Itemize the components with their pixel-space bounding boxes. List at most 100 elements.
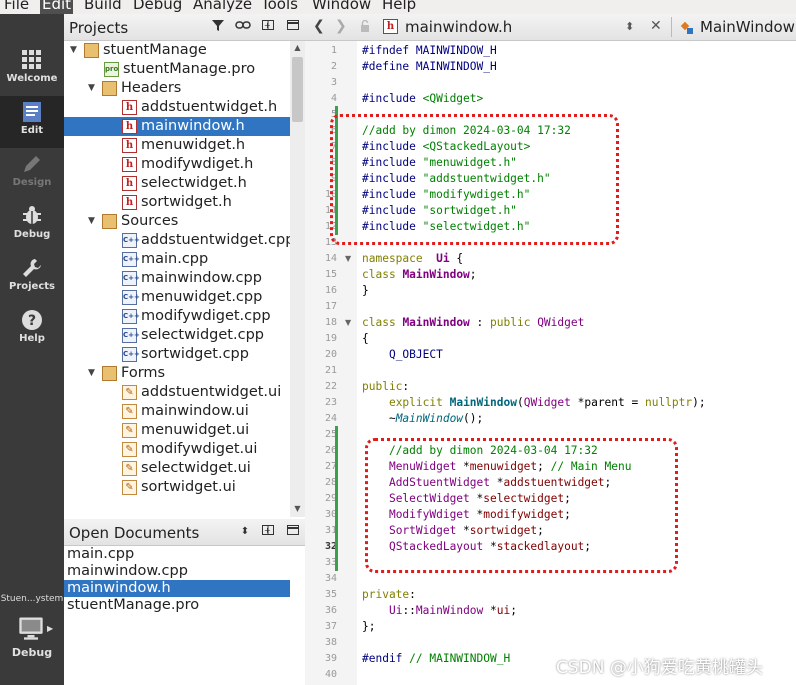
kit-selector-project[interactable]: Stuen...ystem	[0, 594, 64, 604]
header-file-icon: h	[122, 157, 137, 172]
fold-arrow-icon[interactable]: ▼	[345, 318, 351, 327]
menu-analyze[interactable]: Analyze	[193, 0, 252, 14]
mode-selector-bar: Stuen...ystem ▶ Debug Welcome Edit Design D…	[0, 14, 64, 685]
open-document-item[interactable]: main.cpp	[64, 546, 290, 563]
close-pane-icon[interactable]	[284, 523, 302, 541]
code-line: public:	[362, 379, 409, 395]
expand-arrow-icon[interactable]: ▼	[88, 364, 100, 383]
split-icon[interactable]: +	[259, 523, 277, 541]
scroll-up-icon[interactable]: ▲	[290, 43, 305, 52]
tree-item-label: modifywdiget.ui	[141, 441, 258, 457]
fold-arrow-icon[interactable]: ▼	[345, 254, 351, 263]
expand-arrow-icon[interactable]: ▼	[88, 79, 100, 98]
current-file-name[interactable]: mainwindow.h	[405, 18, 512, 36]
close-pane-icon[interactable]	[284, 18, 302, 36]
line-number: 38	[324, 637, 337, 648]
folder-icon	[102, 366, 117, 381]
tree-file[interactable]: ✎ selectwidget.ui	[64, 459, 290, 478]
tree-scrollbar[interactable]: ▲ ▼	[290, 41, 305, 517]
tree-file[interactable]: h selectwidget.h	[64, 174, 290, 193]
mode-debug[interactable]: Debug	[0, 200, 64, 252]
tree-file[interactable]: C++ modifywdiget.cpp	[64, 307, 290, 326]
code-token: class	[362, 268, 396, 281]
tree-item-label: menuwidget.cpp	[141, 289, 263, 305]
code-token: {	[449, 252, 464, 265]
tree-item-label: selectwidget.h	[141, 175, 247, 191]
tree-file[interactable]: pro stuentManage.pro	[64, 60, 290, 79]
open-document-item[interactable]: mainwindow.h	[64, 580, 290, 597]
menu-help[interactable]: Help	[382, 0, 416, 14]
code-token: (	[516, 396, 524, 409]
sort-updown-icon[interactable]: ⬍	[236, 523, 254, 541]
tree-file[interactable]: h modifywdiget.h	[64, 155, 290, 174]
close-document-icon[interactable]: ✕	[650, 18, 662, 34]
open-document-item[interactable]: stuentManage.pro	[64, 597, 290, 614]
tree-file[interactable]: h sortwidget.h	[64, 193, 290, 212]
forward-icon[interactable]: ❯	[335, 18, 347, 34]
code-token: ();	[463, 412, 484, 425]
tree-file[interactable]: ✎ menuwidget.ui	[64, 421, 290, 440]
menu-file[interactable]: File	[4, 0, 29, 14]
header-file-icon: h	[122, 138, 137, 153]
menu-window[interactable]: Window	[312, 0, 371, 14]
mode-edit[interactable]: Edit	[0, 96, 64, 148]
line-number: 21	[324, 365, 337, 376]
line-number: 35	[324, 589, 337, 600]
tree-item-label: addstuentwidget.cpp	[141, 232, 290, 248]
expand-arrow-icon[interactable]: ▼	[88, 212, 100, 231]
tree-file[interactable]: ✎ addstuentwidget.ui	[64, 383, 290, 402]
menu-debug[interactable]: Debug	[133, 0, 182, 14]
tree-file[interactable]: h addstuentwidget.h	[64, 98, 290, 117]
line-number: 4	[330, 93, 337, 104]
tree-folder[interactable]: ▼ Sources	[64, 212, 290, 231]
tree-item-label: menuwidget.h	[141, 137, 246, 153]
menu-edit[interactable]: Edit	[40, 0, 74, 14]
project-tree: ▼ stuentManage pro stuentManage.pro ▼ Headers…	[64, 41, 290, 517]
link-icon[interactable]	[234, 18, 252, 36]
mode-help[interactable]: ? Help	[0, 304, 64, 356]
tree-file[interactable]: C++ menuwidget.cpp	[64, 288, 290, 307]
tree-file[interactable]: h mainwindow.h	[64, 117, 290, 136]
expand-arrow-icon[interactable]: ▼	[70, 41, 82, 60]
line-number: 29	[324, 493, 337, 504]
tree-file[interactable]: h menuwidget.h	[64, 136, 290, 155]
filter-icon[interactable]	[209, 18, 227, 36]
tree-file[interactable]: ✎ sortwidget.ui	[64, 478, 290, 497]
tree-file[interactable]: C++ main.cpp	[64, 250, 290, 269]
split-icon[interactable]: +	[259, 18, 277, 36]
menu-bar: File Edit Build Debug Analyze Tools Window Help	[0, 0, 796, 14]
menu-tools[interactable]: Tools	[261, 0, 298, 14]
tree-folder[interactable]: ▼ stuentManage	[64, 41, 290, 60]
scrollbar-thumb[interactable]	[292, 57, 303, 122]
tree-folder[interactable]: ▼ Forms	[64, 364, 290, 383]
mode-label: Design	[12, 177, 52, 188]
mode-design[interactable]: Design	[0, 148, 64, 200]
code-token: MainWindow	[415, 604, 484, 617]
line-number: 32	[324, 541, 337, 552]
code-token: class	[362, 316, 396, 329]
line-number: 1	[330, 45, 337, 56]
mode-projects[interactable]: Projects	[0, 252, 64, 304]
highlight-box	[365, 438, 678, 573]
sort-updown-icon[interactable]: ⬍	[625, 20, 634, 33]
class-symbol-name[interactable]: MainWindow	[700, 18, 795, 36]
tree-file[interactable]: ✎ modifywdiget.ui	[64, 440, 290, 459]
tree-file[interactable]: C++ selectwidget.cpp	[64, 326, 290, 345]
mode-welcome[interactable]: Welcome	[0, 44, 64, 96]
menu-build[interactable]: Build	[84, 0, 122, 14]
scroll-down-icon[interactable]: ▼	[290, 504, 305, 513]
line-number: 16	[324, 285, 337, 296]
tree-folder[interactable]: ▼ Headers	[64, 79, 290, 98]
tree-file[interactable]: C++ sortwidget.cpp	[64, 345, 290, 364]
tree-item-label: stuentManage.pro	[123, 61, 256, 77]
back-icon[interactable]: ❮	[313, 18, 325, 34]
tree-file[interactable]: C++ addstuentwidget.cpp	[64, 231, 290, 250]
tree-file[interactable]: C++ mainwindow.cpp	[64, 269, 290, 288]
code-line: {	[362, 331, 369, 347]
tree-file[interactable]: ✎ mainwindow.ui	[64, 402, 290, 421]
kit-selector-button[interactable]: ▶ Debug	[0, 610, 64, 670]
line-number: 15	[324, 269, 337, 280]
open-document-item[interactable]: mainwindow.cpp	[64, 563, 290, 580]
code-token: Ui	[436, 252, 450, 265]
